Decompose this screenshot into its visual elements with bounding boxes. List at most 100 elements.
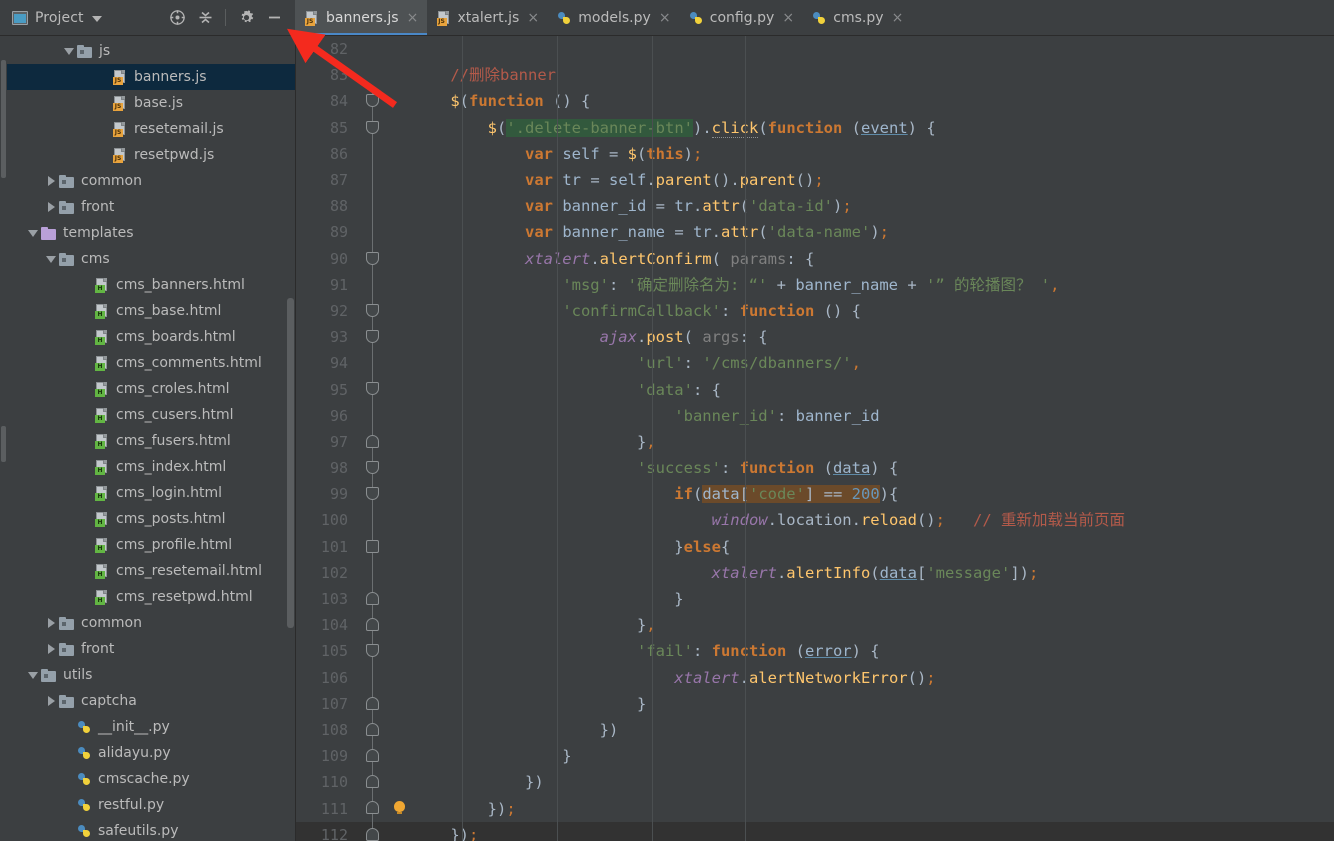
tree-row-alidayu-py[interactable]: alidayu.py xyxy=(7,740,295,766)
code-lines[interactable]: 82 83 //删除banner 84 $(function () {85 $('.… xyxy=(296,36,1334,841)
code-line-111[interactable]: 111 }); xyxy=(296,795,1334,822)
close-icon[interactable]: × xyxy=(407,11,419,25)
tree-row-base-js[interactable]: JS base.js xyxy=(7,90,295,116)
code-line-90[interactable]: 90 xtalert.alertConfirm( params: { xyxy=(296,245,1334,272)
tree-row-cms-comments-html[interactable]: Hcms_comments.html xyxy=(7,350,295,376)
fold-marker-open[interactable] xyxy=(356,245,391,272)
tree-row-resetpwd-js[interactable]: JS resetpwd.js xyxy=(7,142,295,168)
fold-marker-open[interactable] xyxy=(356,376,391,403)
code-line-99[interactable]: 99 if(data['code'] == 200){ xyxy=(296,481,1334,508)
close-icon[interactable]: × xyxy=(782,11,794,25)
code-line-102[interactable]: 102 xtalert.alertInfo(data['message']); xyxy=(296,559,1334,586)
fold-marker-end[interactable] xyxy=(356,716,391,744)
chevron-down-icon[interactable] xyxy=(25,671,41,679)
tree-row-banners-js[interactable]: JS banners.js xyxy=(7,64,295,90)
tree-row-cms-base-html[interactable]: Hcms_base.html xyxy=(7,298,295,324)
tree-row-safeutils-py[interactable]: safeutils.py xyxy=(7,818,295,841)
code-line-98[interactable]: 98 'success': function (data) { xyxy=(296,455,1334,482)
tree-row-cms-posts-html[interactable]: Hcms_posts.html xyxy=(7,506,295,532)
code-line-93[interactable]: 93 ajax.post( args: { xyxy=(296,324,1334,351)
fold-marker-open[interactable] xyxy=(356,88,391,115)
code-text[interactable]: var self = $(this); xyxy=(413,141,1334,167)
chevron-right-icon[interactable] xyxy=(43,618,59,628)
chevron-right-icon[interactable] xyxy=(43,644,59,654)
tree-row-templates[interactable]: templates xyxy=(7,220,295,246)
code-line-83[interactable]: 83 //删除banner xyxy=(296,62,1334,88)
code-line-100[interactable]: 100 window.location.reload(); // 重新加载当前页… xyxy=(296,507,1334,534)
tree-row-resetemail-js[interactable]: JS resetemail.js xyxy=(7,116,295,142)
tree-row-cmscache-py[interactable]: cmscache.py xyxy=(7,766,295,792)
code-text[interactable]: }); xyxy=(413,822,1334,841)
tree-row-cms-profile-html[interactable]: Hcms_profile.html xyxy=(7,532,295,558)
code-line-109[interactable]: 109 } xyxy=(296,743,1334,770)
code-text[interactable]: $(function () { xyxy=(413,88,1334,114)
editor-tab-xtalert-js[interactable]: JS xtalert.js × xyxy=(427,0,548,35)
collapse-all-icon[interactable] xyxy=(192,5,218,31)
code-line-110[interactable]: 110 }) xyxy=(296,769,1334,796)
code-text[interactable]: 'msg': '确定删除名为: “' + banner_name + '” 的轮… xyxy=(413,272,1334,298)
code-text[interactable]: window.location.reload(); // 重新加载当前页面 xyxy=(413,507,1334,533)
code-text[interactable]: var banner_name = tr.attr('data-name'); xyxy=(413,219,1334,245)
fold-marker-end[interactable] xyxy=(356,743,391,770)
fold-marker-end[interactable] xyxy=(356,769,391,796)
tree-row-cms-boards-html[interactable]: Hcms_boards.html xyxy=(7,324,295,350)
tree-row-front[interactable]: front xyxy=(7,636,295,662)
code-text[interactable]: }); xyxy=(413,796,1334,822)
fold-marker-open[interactable] xyxy=(356,638,391,665)
code-text[interactable]: ajax.post( args: { xyxy=(413,324,1334,350)
tree-row-cms-cusers-html[interactable]: Hcms_cusers.html xyxy=(7,402,295,428)
code-line-108[interactable]: 108 }) xyxy=(296,716,1334,744)
rail-thumb[interactable] xyxy=(1,60,6,178)
fold-marker-end[interactable] xyxy=(356,585,391,613)
fold-marker-open[interactable] xyxy=(356,297,391,325)
chevron-down-icon[interactable] xyxy=(61,47,77,55)
code-line-105[interactable]: 105 'fail': function (error) { xyxy=(296,638,1334,665)
tree-scrollbar-thumb[interactable] xyxy=(287,298,294,628)
code-line-97[interactable]: 97 }, xyxy=(296,428,1334,455)
code-text[interactable]: if(data['code'] == 200){ xyxy=(413,481,1334,507)
code-text[interactable]: xtalert.alertNetworkError(); xyxy=(413,665,1334,691)
chevron-right-icon[interactable] xyxy=(43,202,59,212)
code-line-82[interactable]: 82 xyxy=(296,36,1334,62)
tree-row-cms-login-html[interactable]: Hcms_login.html xyxy=(7,480,295,506)
editor-tab-config-py[interactable]: config.py × xyxy=(679,0,802,35)
code-text[interactable]: } xyxy=(413,691,1334,717)
code-line-101[interactable]: 101 }else{ xyxy=(296,533,1334,560)
code-text[interactable]: }) xyxy=(413,717,1334,743)
code-line-103[interactable]: 103 } xyxy=(296,585,1334,613)
fold-marker-end[interactable] xyxy=(356,690,391,717)
fold-marker-open[interactable] xyxy=(356,455,391,482)
fold-marker-open[interactable] xyxy=(356,481,391,508)
code-line-92[interactable]: 92 'confirmCallback': function () { xyxy=(296,297,1334,325)
editor-tab-banners-js[interactable]: JS banners.js × xyxy=(295,0,427,35)
fold-marker-end[interactable] xyxy=(356,428,391,455)
code-line-96[interactable]: 96 'banner_id': banner_id xyxy=(296,402,1334,429)
tree-row-captcha[interactable]: captcha xyxy=(7,688,295,714)
settings-gear-icon[interactable] xyxy=(233,5,259,31)
code-text[interactable]: 'url': '/cms/dbanners/', xyxy=(413,350,1334,376)
fold-marker-mid[interactable] xyxy=(356,533,391,560)
code-editor[interactable]: 82 83 //删除banner 84 $(function () {85 $('.… xyxy=(296,36,1334,841)
code-text[interactable]: 'fail': function (error) { xyxy=(413,638,1334,664)
code-line-112[interactable]: 112 }); xyxy=(296,821,1334,841)
code-line-84[interactable]: 84 $(function () { xyxy=(296,88,1334,115)
tree-row-utils[interactable]: utils xyxy=(7,662,295,688)
fold-marker-end[interactable] xyxy=(356,821,391,841)
code-text[interactable]: xtalert.alertConfirm( params: { xyxy=(413,246,1334,272)
code-line-95[interactable]: 95 'data': { xyxy=(296,376,1334,403)
code-line-89[interactable]: 89 var banner_name = tr.attr('data-name'… xyxy=(296,219,1334,246)
tree-row-front[interactable]: front xyxy=(7,194,295,220)
chevron-down-icon[interactable] xyxy=(43,255,59,263)
tree-row-cms[interactable]: cms xyxy=(7,246,295,272)
tree-row-common[interactable]: common xyxy=(7,610,295,636)
hide-panel-icon[interactable] xyxy=(261,5,287,31)
tree-row-js[interactable]: js xyxy=(7,38,295,64)
chevron-right-icon[interactable] xyxy=(43,696,59,706)
code-text[interactable]: } xyxy=(413,743,1334,769)
tree-row-cms-resetpwd-html[interactable]: Hcms_resetpwd.html xyxy=(7,584,295,610)
code-text[interactable]: xtalert.alertInfo(data['message']); xyxy=(413,560,1334,586)
fold-marker-open[interactable] xyxy=(356,114,391,141)
chevron-down-icon[interactable] xyxy=(25,229,41,237)
code-line-107[interactable]: 107 } xyxy=(296,690,1334,717)
code-line-85[interactable]: 85 $('.delete-banner-btn').click(functio… xyxy=(296,114,1334,141)
